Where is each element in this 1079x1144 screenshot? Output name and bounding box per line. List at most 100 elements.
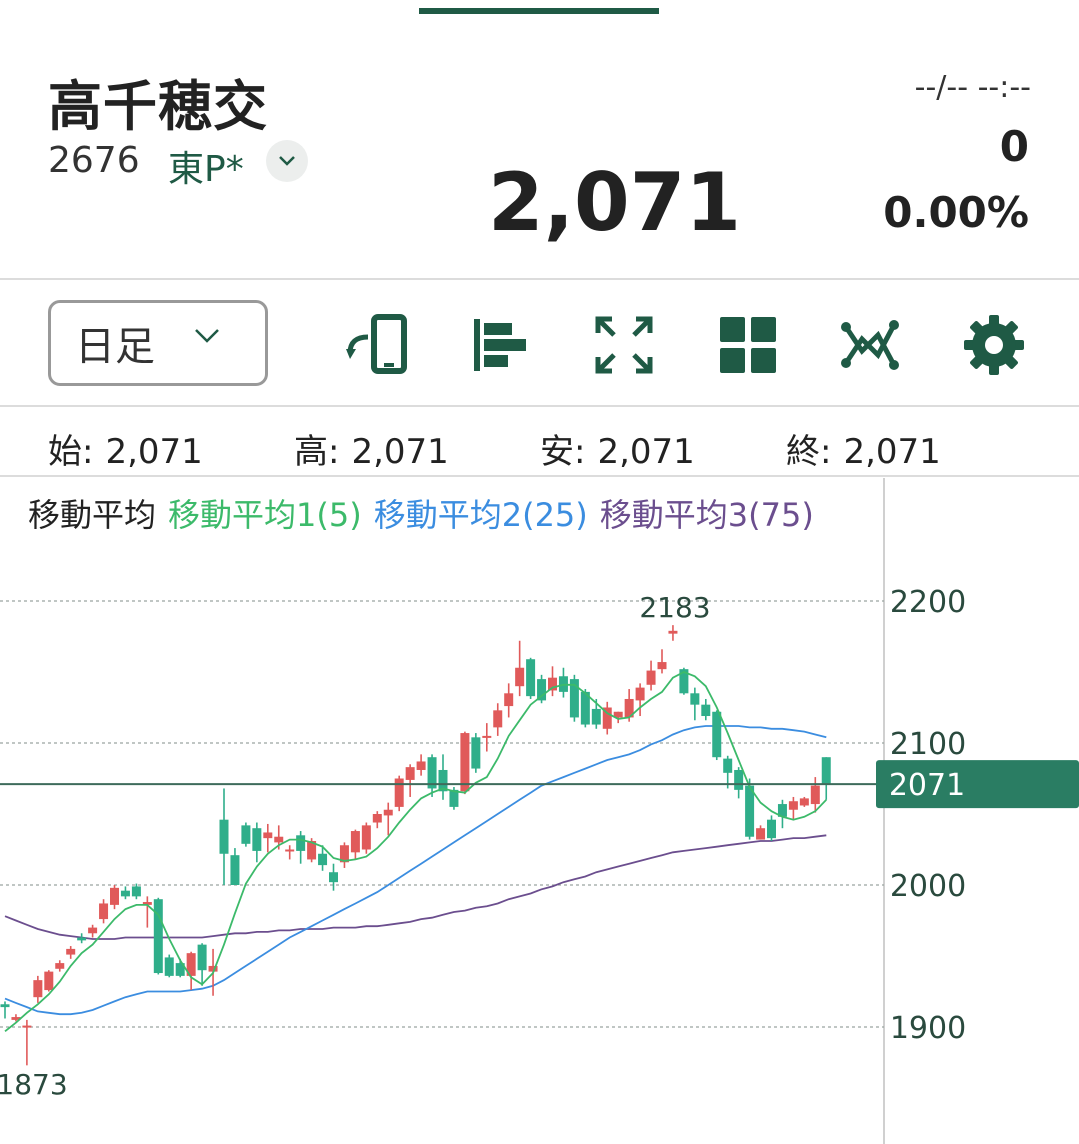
candle-body [110, 887, 119, 905]
candle [197, 943, 207, 986]
open-value: 始: 2,071 [48, 432, 203, 472]
candle-body [219, 819, 229, 854]
candlestick-chart[interactable]: 2200 2100 2000 1900 2071 2183 1873 [0, 478, 1079, 1144]
candle-body [591, 708, 601, 725]
candle [690, 687, 700, 721]
candle-body [372, 814, 382, 823]
candle [120, 886, 130, 900]
settings-button[interactable] [962, 313, 1026, 377]
candle-body [33, 980, 43, 998]
ma25-line [4, 725, 827, 1016]
rotate-device-button[interactable] [346, 313, 410, 377]
period-label: 日足 [75, 324, 155, 370]
min-price-label: 1873 [0, 1068, 68, 1101]
candle-body [690, 693, 700, 705]
candle [22, 1019, 32, 1066]
candle-body [767, 819, 776, 839]
candle-body [361, 825, 371, 850]
stock-name: 高千穂交 [48, 75, 268, 138]
candle [361, 822, 371, 854]
candle-body [120, 890, 130, 897]
candle [668, 625, 678, 641]
market-label[interactable]: 東P* [168, 140, 244, 192]
candle [504, 683, 514, 718]
candle-body [350, 831, 360, 853]
bar-layout-button[interactable] [470, 313, 534, 377]
candle-body [66, 948, 76, 955]
low-value: 安: 2,071 [540, 432, 695, 472]
candle [55, 960, 65, 972]
candle-body [788, 801, 798, 810]
candle-body [285, 849, 295, 852]
candle [482, 723, 492, 752]
candle [99, 899, 109, 924]
market-dropdown-button[interactable] [266, 140, 308, 182]
candle-body [55, 963, 65, 969]
divider [0, 475, 1079, 477]
grid-icon [720, 317, 776, 373]
candle [296, 831, 306, 864]
candle [66, 946, 76, 959]
current-price-tag-label: 2071 [889, 768, 965, 803]
y-tick-label: 2000 [890, 869, 966, 904]
candle-body [296, 835, 306, 851]
legend-ma3: 移動平均3(75) [599, 496, 814, 534]
candle [405, 764, 415, 797]
chevron-down-icon [279, 156, 295, 166]
candle [350, 829, 360, 860]
tab-indicator [419, 8, 659, 14]
indicator-button[interactable] [838, 313, 902, 377]
candle-body [77, 937, 87, 941]
candle [164, 954, 174, 978]
candle [110, 885, 119, 910]
candle-body [646, 670, 656, 685]
candle [394, 775, 404, 812]
candle-body [22, 1025, 32, 1028]
current-price: 2,071 [488, 156, 742, 249]
divider [0, 278, 1079, 280]
candle-body [493, 710, 503, 728]
candle-body [164, 957, 174, 976]
fullscreen-button[interactable] [592, 313, 656, 377]
rotate-device-icon [346, 314, 407, 374]
candle-body [712, 711, 722, 758]
high-value: 高: 2,071 [294, 432, 449, 472]
bar-layout-icon [474, 319, 526, 371]
candle-body [734, 769, 744, 790]
candle-body [723, 758, 733, 773]
candle-body [0, 1004, 10, 1008]
candle [657, 649, 667, 674]
candle [383, 802, 393, 836]
candle [701, 698, 711, 721]
candle-body [252, 828, 262, 851]
candle-body [799, 798, 809, 806]
period-select[interactable]: 日足 [48, 300, 268, 386]
candle [416, 754, 426, 776]
candle-body [471, 737, 481, 769]
candle-body [504, 693, 514, 707]
price-change: 0 [999, 122, 1029, 171]
candle [263, 823, 273, 853]
candle [44, 970, 54, 992]
settings-icon [964, 315, 1024, 375]
candle [493, 703, 503, 736]
candle [142, 896, 152, 928]
grid-button[interactable] [716, 313, 780, 377]
update-time: --/-- --:-- [914, 70, 1031, 105]
indicator-icon [841, 320, 899, 370]
candle-body [99, 903, 109, 920]
candle [777, 799, 787, 829]
candle [799, 796, 809, 807]
candle-body [482, 735, 492, 738]
candle [252, 822, 262, 863]
candle [558, 667, 568, 698]
legend-title: 移動平均 [28, 496, 157, 534]
candle [153, 897, 163, 975]
candle-body [416, 761, 426, 770]
candle-body [745, 785, 755, 837]
candle [712, 710, 722, 761]
chevron-down-icon [195, 329, 219, 343]
candle-body [821, 757, 831, 785]
candle-body [668, 630, 678, 634]
candle [438, 754, 448, 800]
